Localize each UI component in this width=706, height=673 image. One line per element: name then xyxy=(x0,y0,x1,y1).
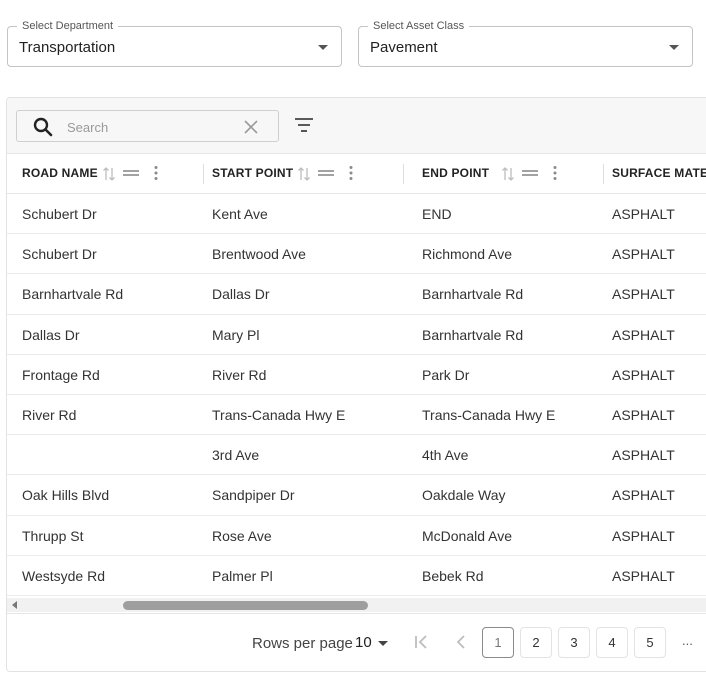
filter-icon[interactable] xyxy=(293,115,315,135)
column-header-start-point[interactable]: START POINT xyxy=(197,154,404,193)
table-row[interactable]: Thrupp St Rose Ave McDonald Ave ASPHALT xyxy=(7,516,706,556)
page-button-5[interactable]: 5 xyxy=(634,627,666,658)
search-input[interactable] xyxy=(67,117,227,137)
department-select-value: Transportation xyxy=(19,39,116,56)
grid-header-row: ROAD NAME START POINT END POINT SURFACE … xyxy=(7,153,706,194)
cell-start-point: Sandpiper Dr xyxy=(212,487,295,504)
cell-start-point: 3rd Ave xyxy=(212,447,260,464)
cell-start-point: Brentwood Ave xyxy=(212,246,306,263)
cell-road-name: Schubert Dr xyxy=(22,246,97,263)
horizontal-scrollbar[interactable] xyxy=(7,598,706,612)
column-header-surface-material[interactable]: SURFACE MATERIAL xyxy=(597,154,706,193)
table-row[interactable]: Barnhartvale Rd Dallas Dr Barnhartvale R… xyxy=(7,274,706,315)
scroll-left-icon[interactable] xyxy=(12,601,17,609)
rows-per-page-label: Rows per page xyxy=(252,635,353,652)
chevron-left-icon[interactable] xyxy=(451,633,471,651)
drag-handle-icon[interactable] xyxy=(122,167,140,179)
cell-end-point: 4th Ave xyxy=(422,447,469,464)
chevron-down-icon[interactable] xyxy=(378,641,388,646)
table-row[interactable]: Dallas Dr Mary Pl Barnhartvale Rd ASPHAL… xyxy=(7,315,706,355)
column-header-end-point[interactable]: END POINT xyxy=(407,154,604,193)
sort-icon[interactable] xyxy=(297,166,311,182)
more-vertical-icon[interactable] xyxy=(552,165,558,181)
column-header-label: START POINT xyxy=(212,166,294,180)
chevron-down-icon[interactable] xyxy=(318,45,328,50)
cell-surface-material: ASPHALT xyxy=(612,246,675,263)
cell-end-point: Bebek Rd xyxy=(422,567,484,584)
cell-start-point: Mary Pl xyxy=(212,326,260,343)
cell-end-point: Barnhartvale Rd xyxy=(422,326,524,343)
drag-handle-icon[interactable] xyxy=(521,167,539,179)
cell-surface-material: ASPHALT xyxy=(612,487,675,504)
more-vertical-icon[interactable] xyxy=(153,165,159,181)
column-header-label: END POINT xyxy=(422,166,490,180)
cell-start-point: River Rd xyxy=(212,366,267,383)
cell-road-name: Thrupp St xyxy=(22,527,84,544)
cell-surface-material: ASPHALT xyxy=(612,366,675,383)
table-row[interactable]: 3rd Ave 4th Ave ASPHALT xyxy=(7,435,706,476)
page-button-3[interactable]: 3 xyxy=(558,627,590,658)
asset-class-select-value: Pavement xyxy=(370,39,438,56)
cell-surface-material: ASPHALT xyxy=(612,406,675,423)
cell-road-name: Barnhartvale Rd xyxy=(22,286,124,303)
table-row[interactable]: Frontage Rd River Rd Park Dr ASPHALT xyxy=(7,355,706,395)
cell-road-name: Westsyde Rd xyxy=(22,567,105,584)
data-grid: ROAD NAME START POINT xyxy=(6,97,706,672)
asset-class-select[interactable]: Select Asset Class Pavement xyxy=(358,19,693,67)
department-select[interactable]: Select Department Transportation xyxy=(7,19,342,67)
table-row[interactable]: Westsyde Rd Palmer Pl Bebek Rd ASPHALT xyxy=(7,556,706,596)
table-row[interactable]: River Rd Trans-Canada Hwy E Trans-Canada… xyxy=(7,395,706,436)
chevron-down-icon[interactable] xyxy=(669,45,679,50)
column-separator[interactable] xyxy=(403,164,404,184)
cell-start-point: Dallas Dr xyxy=(212,286,270,303)
search-box[interactable] xyxy=(16,110,279,142)
cell-start-point: Rose Ave xyxy=(212,527,272,544)
first-page-icon[interactable] xyxy=(412,633,432,651)
pagination-ellipsis: ... xyxy=(682,633,693,648)
cell-surface-material: ASPHALT xyxy=(612,527,675,544)
grid-body: Schubert Dr Kent Ave END ASPHALT Schuber… xyxy=(7,194,706,596)
grid-toolbar xyxy=(7,98,706,153)
column-header-label: SURFACE MATERIAL xyxy=(612,166,706,180)
cell-road-name: Schubert Dr xyxy=(22,206,97,222)
cell-end-point: END xyxy=(422,206,452,222)
page-button-1[interactable]: 1 xyxy=(482,627,514,658)
cell-road-name: Frontage Rd xyxy=(22,366,100,383)
page-button-4[interactable]: 4 xyxy=(596,627,628,658)
cell-surface-material: ASPHALT xyxy=(612,326,675,343)
cell-start-point: Kent Ave xyxy=(212,206,268,222)
cell-end-point: McDonald Ave xyxy=(422,527,513,544)
scrollbar-thumb[interactable] xyxy=(123,601,368,610)
cell-start-point: Palmer Pl xyxy=(212,567,273,584)
rows-per-page-select[interactable]: 10 xyxy=(355,634,372,651)
cell-end-point: Richmond Ave xyxy=(422,246,513,263)
table-row[interactable]: Oak Hills Blvd Sandpiper Dr Oakdale Way … xyxy=(7,475,706,516)
column-header-label: ROAD NAME xyxy=(22,166,98,180)
page-button-2[interactable]: 2 xyxy=(520,627,552,658)
table-row[interactable]: Schubert Dr Kent Ave END ASPHALT xyxy=(7,194,706,235)
cell-end-point: Trans-Canada Hwy E xyxy=(422,406,556,423)
search-icon xyxy=(33,117,53,137)
cell-surface-material: ASPHALT xyxy=(612,567,675,584)
sort-icon[interactable] xyxy=(501,166,515,182)
pagination-footer: Rows per page 10 1 2 3 4 5 ... xyxy=(7,613,706,671)
cell-road-name: Dallas Dr xyxy=(22,326,80,343)
asset-class-select-legend: Select Asset Class xyxy=(368,19,470,33)
table-row[interactable]: Schubert Dr Brentwood Ave Richmond Ave A… xyxy=(7,234,706,275)
cell-surface-material: ASPHALT xyxy=(612,286,675,303)
sort-icon[interactable] xyxy=(102,166,116,182)
cell-surface-material: ASPHALT xyxy=(612,447,675,464)
drag-handle-icon[interactable] xyxy=(317,167,335,179)
cell-end-point: Barnhartvale Rd xyxy=(422,286,524,303)
cell-start-point: Trans-Canada Hwy E xyxy=(212,406,346,423)
more-vertical-icon[interactable] xyxy=(348,165,354,181)
column-header-road-name[interactable]: ROAD NAME xyxy=(7,154,204,193)
cell-surface-material: ASPHALT xyxy=(612,206,675,222)
cell-road-name: River Rd xyxy=(22,406,77,423)
cell-end-point: Park Dr xyxy=(422,366,470,383)
department-select-legend: Select Department xyxy=(17,19,119,33)
cell-end-point: Oakdale Way xyxy=(422,487,506,504)
clear-icon[interactable] xyxy=(242,118,260,136)
cell-road-name: Oak Hills Blvd xyxy=(22,487,110,504)
